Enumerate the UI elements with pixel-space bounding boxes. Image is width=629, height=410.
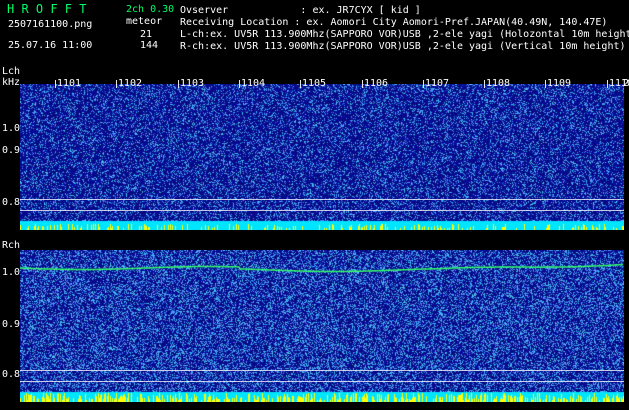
location-info: Receiving Location : ex. Aomori City Aom…	[180, 17, 608, 28]
meteor-label: meteor	[126, 16, 163, 27]
rch-spectrogram	[20, 250, 624, 402]
time-tick-label: 1104	[241, 78, 266, 89]
datetime: 25.07.16 11:00	[8, 40, 93, 51]
time-tick-label: 1103	[180, 78, 205, 89]
rch-receiver-info: R-ch:ex. UV5R 113.900Mhz(SAPPORO VOR)USB…	[180, 41, 626, 52]
time-tick-label: 1109	[547, 78, 572, 89]
time-tick-edge: 2	[623, 78, 629, 89]
time-tick-mark	[484, 80, 485, 88]
lch-ylabel-0.8: 0.8	[2, 197, 21, 208]
rch-ref-line-upper	[20, 370, 624, 371]
meteor-count-rch: 144	[140, 40, 159, 51]
app-brand: H R O F F T	[7, 2, 87, 16]
rch-ylabel-0.9: 0.9	[2, 319, 21, 330]
rch-channel-label: Rch	[2, 240, 21, 251]
filename: 2507161100.png	[8, 19, 93, 30]
time-tick-mark	[178, 80, 179, 88]
time-tick-mark	[545, 80, 546, 88]
rch-ylabel-0.8: 0.8	[2, 369, 21, 380]
lch-receiver-info: L-ch:ex. UV5R 113.900Mhz(SAPPORO VOR)USB…	[180, 29, 629, 40]
time-tick-label: 1107	[425, 78, 450, 89]
time-tick-label: 1106	[364, 78, 389, 89]
lch-unit-label: kHz	[2, 77, 21, 88]
time-tick-mark	[300, 80, 301, 88]
lch-ylabel-1.0: 1.0	[2, 123, 21, 134]
time-tick-label: 1102	[118, 78, 143, 89]
time-tick-mark	[55, 80, 56, 88]
lch-ref-line-upper	[20, 199, 624, 200]
rch-ylabel-1.0: 1.0	[2, 267, 21, 278]
time-tick-label: 1108	[486, 78, 511, 89]
lch-spectrogram	[20, 84, 624, 230]
lch-ref-line-lower	[20, 210, 624, 211]
time-tick-mark	[116, 80, 117, 88]
time-tick-mark	[362, 80, 363, 88]
time-tick-mark	[239, 80, 240, 88]
lch-ylabel-0.9: 0.9	[2, 145, 21, 156]
rch-ref-line-lower	[20, 381, 624, 382]
time-tick-label: 1101	[57, 78, 82, 89]
time-tick-label: 1105	[302, 78, 327, 89]
time-tick-mark	[423, 80, 424, 88]
channel-mode: 2ch 0.30	[126, 4, 175, 15]
time-tick-mark	[607, 80, 608, 88]
observer-info: Ovserver : ex. JR7CYX [ kid ]	[180, 5, 421, 16]
